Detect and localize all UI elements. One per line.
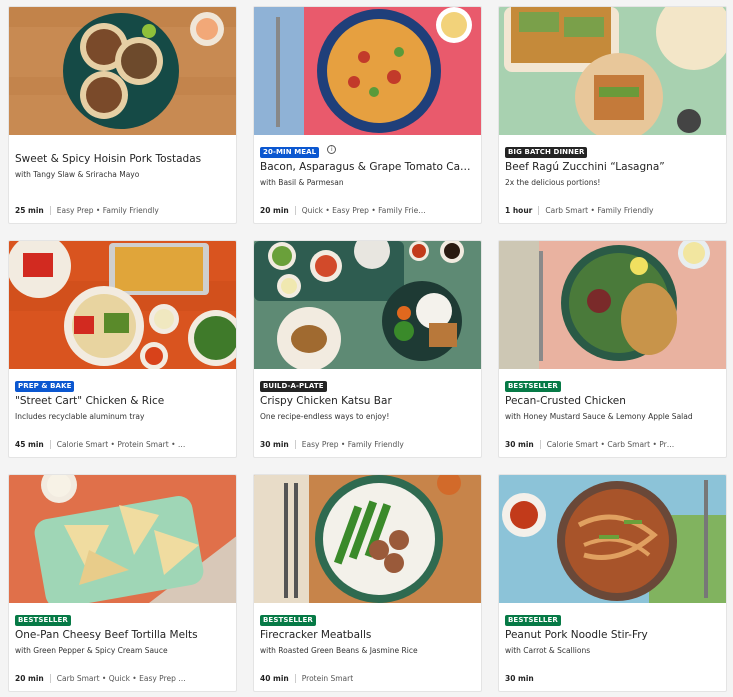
recipe-card[interactable]: 20-MIN MEAL i Bacon, Asparagus & Grape T… (253, 6, 482, 224)
recipe-badge: 20-MIN MEAL (260, 147, 320, 158)
recipe-image (499, 475, 726, 603)
cook-time: 40 min (260, 674, 296, 683)
recipe-meta: 30 min Easy Prep • Family Friendly (260, 440, 475, 449)
cook-time: 20 min (15, 674, 51, 683)
recipe-badge: BESTSELLER (260, 615, 316, 626)
info-icon[interactable]: i (327, 145, 337, 154)
recipe-card[interactable]: BUILD-A-PLATE Crispy Chicken Katsu Bar O… (253, 240, 482, 458)
recipe-subtitle: with Green Pepper & Spicy Cream Sauce (15, 646, 168, 655)
recipe-image (9, 7, 236, 135)
recipe-tags: Protein Smart (301, 674, 354, 683)
recipe-image (9, 241, 236, 369)
recipe-tags: Carb Smart • Quick • Easy Prep … (56, 674, 186, 683)
recipe-image (499, 7, 726, 135)
recipe-title[interactable]: Peanut Pork Noodle Stir-Fry (505, 628, 720, 642)
recipe-subtitle: with Basil & Parmesan (260, 178, 344, 187)
recipe-card[interactable]: PREP & BAKE "Street Cart" Chicken & Rice… (8, 240, 237, 458)
recipe-card[interactable]: BESTSELLER Pecan-Crusted Chicken with Ho… (498, 240, 727, 458)
recipe-title[interactable]: One-Pan Cheesy Beef Tortilla Melts (15, 628, 230, 642)
recipe-title[interactable]: Sweet & Spicy Hoisin Pork Tostadas (15, 152, 230, 166)
recipe-title[interactable]: Bacon, Asparagus & Grape Tomato Cava… (260, 160, 475, 174)
cook-time: 1 hour (505, 206, 540, 215)
recipe-subtitle: One recipe-endless ways to enjoy! (260, 412, 390, 421)
recipe-meta: 25 min Easy Prep • Family Friendly (15, 206, 230, 215)
cook-time: 45 min (15, 440, 51, 449)
recipe-badge: BESTSELLER (15, 615, 71, 626)
cook-time: 30 min (505, 440, 541, 449)
recipe-image (9, 475, 236, 603)
recipe-subtitle: 2x the delicious portions! (505, 178, 601, 187)
recipe-title[interactable]: "Street Cart" Chicken & Rice (15, 394, 230, 408)
cook-time: 25 min (15, 206, 51, 215)
cook-time: 30 min (260, 440, 296, 449)
recipe-card[interactable]: BIG BATCH DINNER Beef Ragú Zucchini “Las… (498, 6, 727, 224)
recipe-badge: BESTSELLER (505, 615, 561, 626)
recipe-subtitle: with Roasted Green Beans & Jasmine Rice (260, 646, 418, 655)
recipe-image (499, 241, 726, 369)
recipe-tags: Easy Prep • Family Friendly (56, 206, 159, 215)
recipe-subtitle: with Honey Mustard Sauce & Lemony Apple … (505, 412, 693, 421)
recipe-title[interactable]: Crispy Chicken Katsu Bar (260, 394, 475, 408)
recipe-badge: BESTSELLER (505, 381, 561, 392)
recipe-grid: Sweet & Spicy Hoisin Pork Tostadas with … (8, 6, 727, 692)
recipe-meta: 30 min Calorie Smart • Carb Smart • Pr… (505, 440, 720, 449)
recipe-meta: 30 min (505, 674, 720, 683)
recipe-subtitle: with Carrot & Scallions (505, 646, 591, 655)
recipe-badge: BIG BATCH DINNER (505, 147, 588, 158)
recipe-badge: BUILD-A-PLATE (260, 381, 327, 392)
recipe-subtitle: with Tangy Slaw & Sriracha Mayo (15, 170, 140, 179)
recipe-badge: PREP & BAKE (15, 381, 75, 392)
recipe-meta: 40 min Protein Smart (260, 674, 475, 683)
recipe-meta: 20 min Quick • Easy Prep • Family Frie… (260, 206, 475, 215)
recipe-title[interactable]: Pecan-Crusted Chicken (505, 394, 720, 408)
recipe-card[interactable]: BESTSELLER Firecracker Meatballs with Ro… (253, 474, 482, 692)
recipe-image (254, 241, 481, 369)
recipe-tags: Quick • Easy Prep • Family Frie… (301, 206, 426, 215)
recipe-tags: Calorie Smart • Protein Smart • … (56, 440, 186, 449)
recipe-image (254, 475, 481, 603)
recipe-card[interactable]: Sweet & Spicy Hoisin Pork Tostadas with … (8, 6, 237, 224)
recipe-tags: Calorie Smart • Carb Smart • Pr… (546, 440, 675, 449)
cook-time: 30 min (505, 674, 534, 683)
recipe-subtitle: Includes recyclable aluminum tray (15, 412, 145, 421)
recipe-title[interactable]: Firecracker Meatballs (260, 628, 475, 642)
recipe-tags: Easy Prep • Family Friendly (301, 440, 404, 449)
recipe-image (254, 7, 481, 135)
recipe-card[interactable]: BESTSELLER One-Pan Cheesy Beef Tortilla … (8, 474, 237, 692)
cook-time: 20 min (260, 206, 296, 215)
recipe-meta: 20 min Carb Smart • Quick • Easy Prep … (15, 674, 230, 683)
recipe-tags: Carb Smart • Family Friendly (545, 206, 654, 215)
recipe-meta: 45 min Calorie Smart • Protein Smart • … (15, 440, 230, 449)
recipe-meta: 1 hour Carb Smart • Family Friendly (505, 206, 720, 215)
recipe-title[interactable]: Beef Ragú Zucchini “Lasagna” (505, 160, 720, 174)
recipe-card[interactable]: BESTSELLER Peanut Pork Noodle Stir-Fry w… (498, 474, 727, 692)
